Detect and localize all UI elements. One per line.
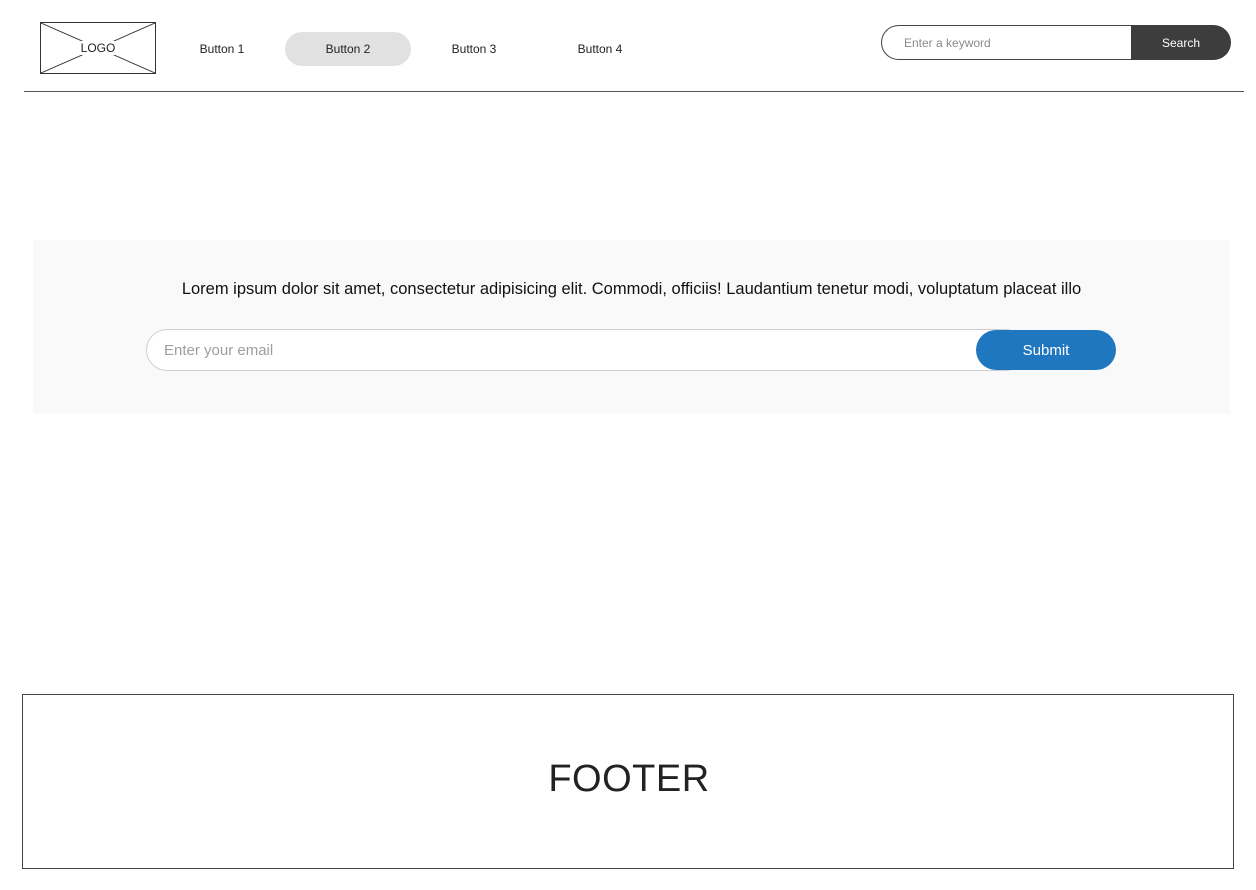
- logo-label: LOGO: [79, 41, 117, 55]
- submit-button[interactable]: Submit: [976, 330, 1116, 370]
- logo-placeholder[interactable]: LOGO: [40, 22, 156, 74]
- nav-button-2[interactable]: Button 2: [285, 32, 411, 66]
- footer-label: FOOTER: [548, 758, 710, 800]
- nav-button-4[interactable]: Button 4: [537, 32, 663, 66]
- search-bar: Search: [881, 25, 1231, 60]
- search-input[interactable]: [881, 25, 1149, 60]
- header-divider: [24, 91, 1244, 92]
- nav-button-3[interactable]: Button 3: [411, 32, 537, 66]
- newsletter-section: Lorem ipsum dolor sit amet, consectetur …: [33, 240, 1230, 414]
- search-button[interactable]: Search: [1131, 25, 1231, 60]
- email-input[interactable]: [146, 329, 1026, 371]
- newsletter-text: Lorem ipsum dolor sit amet, consectetur …: [181, 280, 1082, 298]
- nav-button-1[interactable]: Button 1: [159, 32, 285, 66]
- footer: FOOTER: [22, 694, 1234, 869]
